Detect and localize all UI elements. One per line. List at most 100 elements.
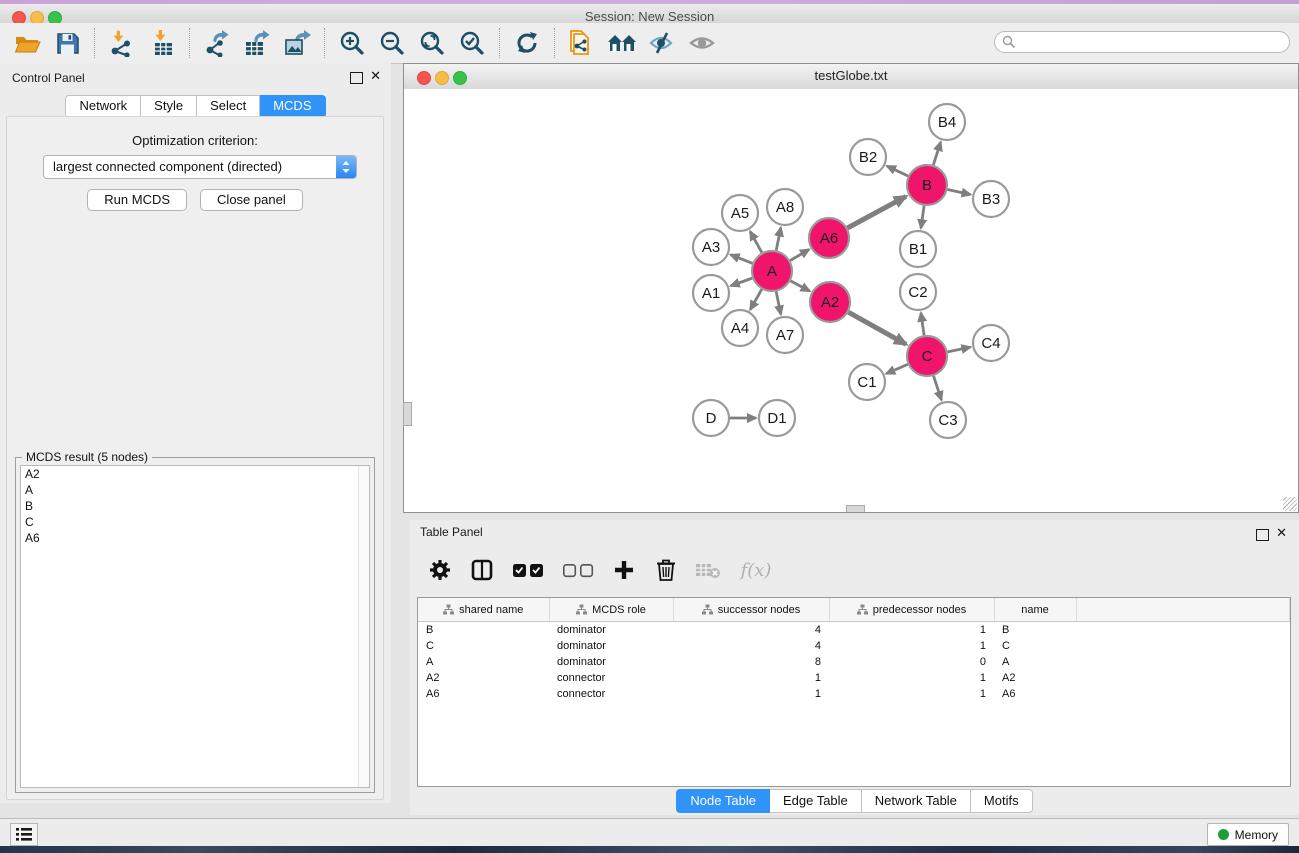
- cell-shared_name[interactable]: C: [418, 638, 549, 654]
- cell-successor[interactable]: 8: [673, 654, 829, 670]
- column-header-name[interactable]: name: [994, 598, 1076, 622]
- hide-selected-button[interactable]: [642, 27, 682, 59]
- save-session-button[interactable]: [47, 27, 87, 59]
- node-A4[interactable]: A4: [722, 310, 758, 346]
- cell-predecessor[interactable]: 1: [829, 686, 994, 702]
- run-mcds-button[interactable]: Run MCDS: [87, 189, 187, 211]
- export-table-button[interactable]: [237, 27, 277, 59]
- node-B2[interactable]: B2: [850, 139, 886, 175]
- cell-successor[interactable]: 4: [673, 622, 829, 639]
- edge-A-A2[interactable]: [791, 281, 810, 291]
- export-network-button[interactable]: [197, 27, 237, 59]
- edge-A6-B[interactable]: [847, 196, 905, 228]
- new-network-from-selection-button[interactable]: [562, 27, 602, 59]
- node-C3[interactable]: C3: [930, 402, 966, 438]
- node-C1[interactable]: C1: [849, 364, 885, 400]
- edge-A-A6[interactable]: [790, 250, 809, 261]
- table-row[interactable]: Cdominator41C: [418, 638, 1290, 654]
- edge-B-B3[interactable]: [948, 189, 971, 194]
- float-panel-icon[interactable]: [1256, 529, 1269, 541]
- cell-mcds_role[interactable]: connector: [549, 670, 673, 686]
- horizontal-scrollbar-thumb[interactable]: [846, 505, 865, 512]
- cell-mcds_role[interactable]: dominator: [549, 638, 673, 654]
- tab-network-table[interactable]: Network Table: [862, 789, 971, 813]
- mcds-result-item[interactable]: A2: [21, 466, 369, 482]
- node-D1[interactable]: D1: [759, 400, 795, 436]
- tab-edge-table[interactable]: Edge Table: [770, 789, 862, 813]
- node-A3[interactable]: A3: [693, 229, 729, 265]
- memory-button[interactable]: Memory: [1207, 823, 1289, 846]
- open-file-button[interactable]: [7, 27, 47, 59]
- search-input[interactable]: [994, 31, 1290, 53]
- cell-shared_name[interactable]: A2: [418, 670, 549, 686]
- tab-select[interactable]: Select: [197, 95, 260, 118]
- zoom-selected-button[interactable]: [452, 27, 492, 59]
- close-panel-icon[interactable]: ✕: [1276, 525, 1287, 541]
- mcds-result-item[interactable]: B: [21, 498, 369, 514]
- node-D[interactable]: D: [693, 400, 729, 436]
- tab-motifs[interactable]: Motifs: [971, 789, 1033, 813]
- zoom-out-button[interactable]: [372, 27, 412, 59]
- node-A2[interactable]: A2: [810, 282, 850, 322]
- add-row-button[interactable]: [610, 555, 638, 585]
- column-header-predecessor-nodes[interactable]: predecessor nodes: [829, 598, 994, 622]
- zoom-in-button[interactable]: [332, 27, 372, 59]
- cell-name[interactable]: C: [994, 638, 1076, 654]
- float-panel-icon[interactable]: [350, 72, 363, 84]
- cell-name[interactable]: A: [994, 654, 1076, 670]
- node-A5[interactable]: A5: [722, 195, 758, 231]
- vertical-scrollbar-thumb[interactable]: [403, 402, 412, 426]
- edge-C-C1[interactable]: [886, 364, 907, 373]
- export-image-button[interactable]: [277, 27, 317, 59]
- table-row[interactable]: Adominator80A: [418, 654, 1290, 670]
- node-A8[interactable]: A8: [767, 189, 803, 225]
- node-C4[interactable]: C4: [973, 325, 1009, 361]
- cell-name[interactable]: A6: [994, 686, 1076, 702]
- edge-A-A3[interactable]: [731, 255, 753, 264]
- criterion-dropdown[interactable]: largest connected component (directed): [43, 155, 357, 179]
- node-A7[interactable]: A7: [767, 317, 803, 353]
- cell-predecessor[interactable]: 0: [829, 654, 994, 670]
- column-selector-button[interactable]: [468, 555, 496, 585]
- node-B1[interactable]: B1: [900, 231, 936, 267]
- cell-mcds_role[interactable]: connector: [549, 686, 673, 702]
- edge-C-C3[interactable]: [934, 376, 942, 400]
- column-header-successor-nodes[interactable]: successor nodes: [673, 598, 829, 622]
- apply-layout-button[interactable]: [507, 27, 547, 59]
- show-panels-button[interactable]: [10, 823, 38, 846]
- tab-style[interactable]: Style: [141, 95, 197, 118]
- cell-predecessor[interactable]: 1: [829, 670, 994, 686]
- cell-shared_name[interactable]: A: [418, 654, 549, 670]
- edge-B-B4[interactable]: [933, 142, 940, 165]
- table-settings-button[interactable]: [426, 555, 454, 585]
- zoom-fit-button[interactable]: [412, 27, 452, 59]
- delete-row-button[interactable]: [652, 555, 680, 585]
- cell-successor[interactable]: 1: [673, 686, 829, 702]
- cell-predecessor[interactable]: 1: [829, 622, 994, 639]
- first-neighbors-button[interactable]: [602, 27, 642, 59]
- edge-A-A1[interactable]: [731, 278, 752, 286]
- edge-A-A7[interactable]: [776, 292, 781, 315]
- window-resize-grip[interactable]: [1283, 497, 1297, 511]
- node-A6[interactable]: A6: [809, 218, 849, 258]
- cell-predecessor[interactable]: 1: [829, 638, 994, 654]
- edge-A-A5[interactable]: [750, 231, 762, 252]
- close-panel-button[interactable]: Close panel: [200, 189, 303, 211]
- close-panel-icon[interactable]: ✕: [370, 68, 381, 84]
- tab-mcds[interactable]: MCDS: [260, 95, 325, 118]
- result-list-scrollbar[interactable]: [358, 466, 369, 787]
- import-network-button[interactable]: [102, 27, 142, 59]
- cell-successor[interactable]: 1: [673, 670, 829, 686]
- edge-A-A8[interactable]: [776, 228, 781, 251]
- column-header-shared-name[interactable]: shared name: [418, 598, 549, 622]
- node-B3[interactable]: B3: [973, 181, 1009, 217]
- node-A[interactable]: A: [752, 251, 792, 291]
- network-canvas[interactable]: AA1A2A3A4A5A6A7A8BB1B2B3B4CC1C2C3C4DD1: [404, 89, 1298, 512]
- cell-mcds_role[interactable]: dominator: [549, 654, 673, 670]
- edge-A-A4[interactable]: [750, 289, 761, 309]
- node-B[interactable]: B: [907, 165, 947, 205]
- cell-shared_name[interactable]: B: [418, 622, 549, 639]
- edge-C-C2[interactable]: [921, 313, 924, 335]
- tab-node-table[interactable]: Node Table: [676, 789, 770, 813]
- show-all-button[interactable]: [682, 27, 722, 59]
